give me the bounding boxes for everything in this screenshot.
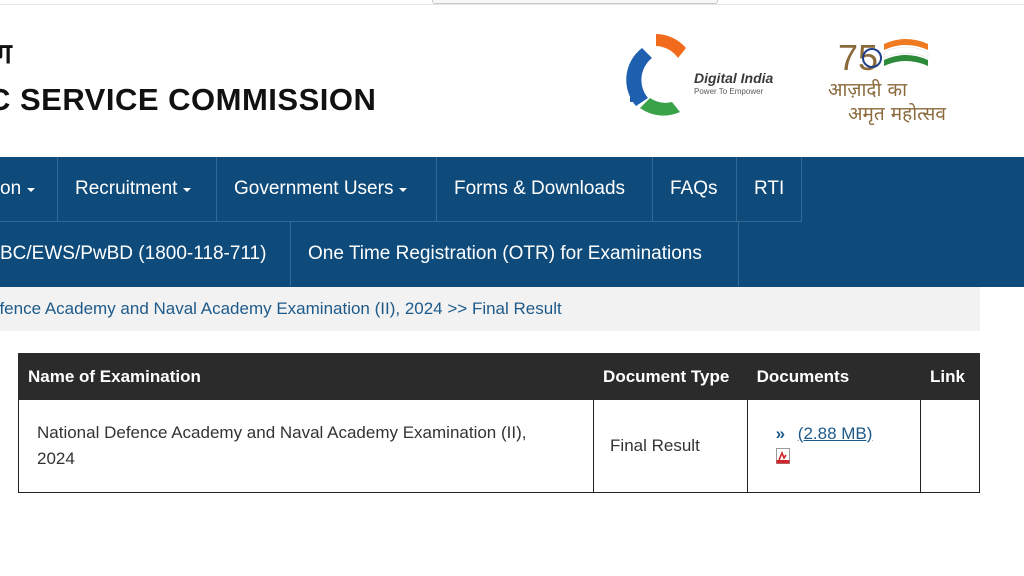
chevron-down-icon xyxy=(27,188,36,192)
chevron-down-icon xyxy=(399,188,408,192)
nav-item-label: on xyxy=(0,178,22,199)
nav-item-forms-downloads[interactable]: Forms & Downloads xyxy=(437,157,653,221)
nav-item-label: One Time Registration (OTR) for Examinat… xyxy=(308,243,702,264)
nav-item-otr[interactable]: One Time Registration (OTR) for Examinat… xyxy=(291,222,739,286)
document-type-cell: Final Result xyxy=(593,399,748,493)
azadi-line-1: आज़ादी का xyxy=(828,79,907,101)
breadcrumb-text[interactable]: efence Academy and Naval Academy Examina… xyxy=(0,299,562,319)
documents-cell: » (2.88 MB) xyxy=(746,399,922,493)
column-header-link: Link xyxy=(920,353,980,400)
nav-item-government-users[interactable]: Government Users xyxy=(217,157,437,221)
nav-row-secondary: BC/EWS/PwBD (1800-118-711) One Time Regi… xyxy=(0,222,739,286)
chevron-down-icon xyxy=(183,188,192,192)
table-row: National Defence Academy and Naval Acade… xyxy=(17,399,980,493)
azadi-number: 75 xyxy=(838,37,878,78)
nav-item-rti[interactable]: RTI xyxy=(737,157,802,221)
azadi-line-2: अमृत महोत्सव xyxy=(848,103,946,125)
nav-row-primary: on Recruitment Government Users Forms & … xyxy=(0,157,802,221)
main-navigation: on Recruitment Government Users Forms & … xyxy=(0,157,1024,287)
link-cell xyxy=(920,399,980,493)
exam-name-cell: National Defence Academy and Naval Acade… xyxy=(17,399,595,493)
nav-item-label: BC/EWS/PwBD (1800-118-711) xyxy=(0,243,267,264)
nav-item-recruitment[interactable]: Recruitment xyxy=(58,157,217,221)
pdf-file-icon[interactable] xyxy=(775,447,790,464)
nav-item-helpline[interactable]: BC/EWS/PwBD (1800-118-711) xyxy=(0,222,291,286)
exam-name-line-1: National Defence Academy and Naval Acade… xyxy=(37,423,527,442)
document-download-link[interactable]: (2.88 MB) xyxy=(798,424,873,443)
column-header-name: Name of Examination xyxy=(17,353,595,400)
bullet-marker: » xyxy=(775,423,786,443)
results-table: Name of Examination Document Type Docume… xyxy=(17,353,980,493)
nav-item-label: FAQs xyxy=(670,178,718,199)
hindi-org-title: ग xyxy=(0,37,12,70)
nav-item-label: Government Users xyxy=(234,178,394,199)
digital-india-tagline: Power To Empower xyxy=(694,87,764,96)
top-divider xyxy=(0,4,1024,5)
column-header-documents: Documents xyxy=(746,353,922,400)
nav-item-label: RTI xyxy=(754,178,785,199)
nav-item-faqs[interactable]: FAQs xyxy=(653,157,737,221)
nav-item-label: Forms & Downloads xyxy=(454,178,626,199)
breadcrumb: efence Academy and Naval Academy Examina… xyxy=(0,287,980,331)
table-header-row: Name of Examination Document Type Docume… xyxy=(17,353,980,400)
top-search-box-edge[interactable] xyxy=(432,0,718,4)
column-header-type: Document Type xyxy=(593,353,748,400)
digital-india-title: Digital India xyxy=(694,70,774,86)
nav-item-label: Recruitment xyxy=(75,178,178,199)
exam-name-line-2: 2024 xyxy=(37,449,75,468)
nav-item-information[interactable]: on xyxy=(0,157,58,221)
org-title: C SERVICE COMMISSION xyxy=(0,82,377,117)
